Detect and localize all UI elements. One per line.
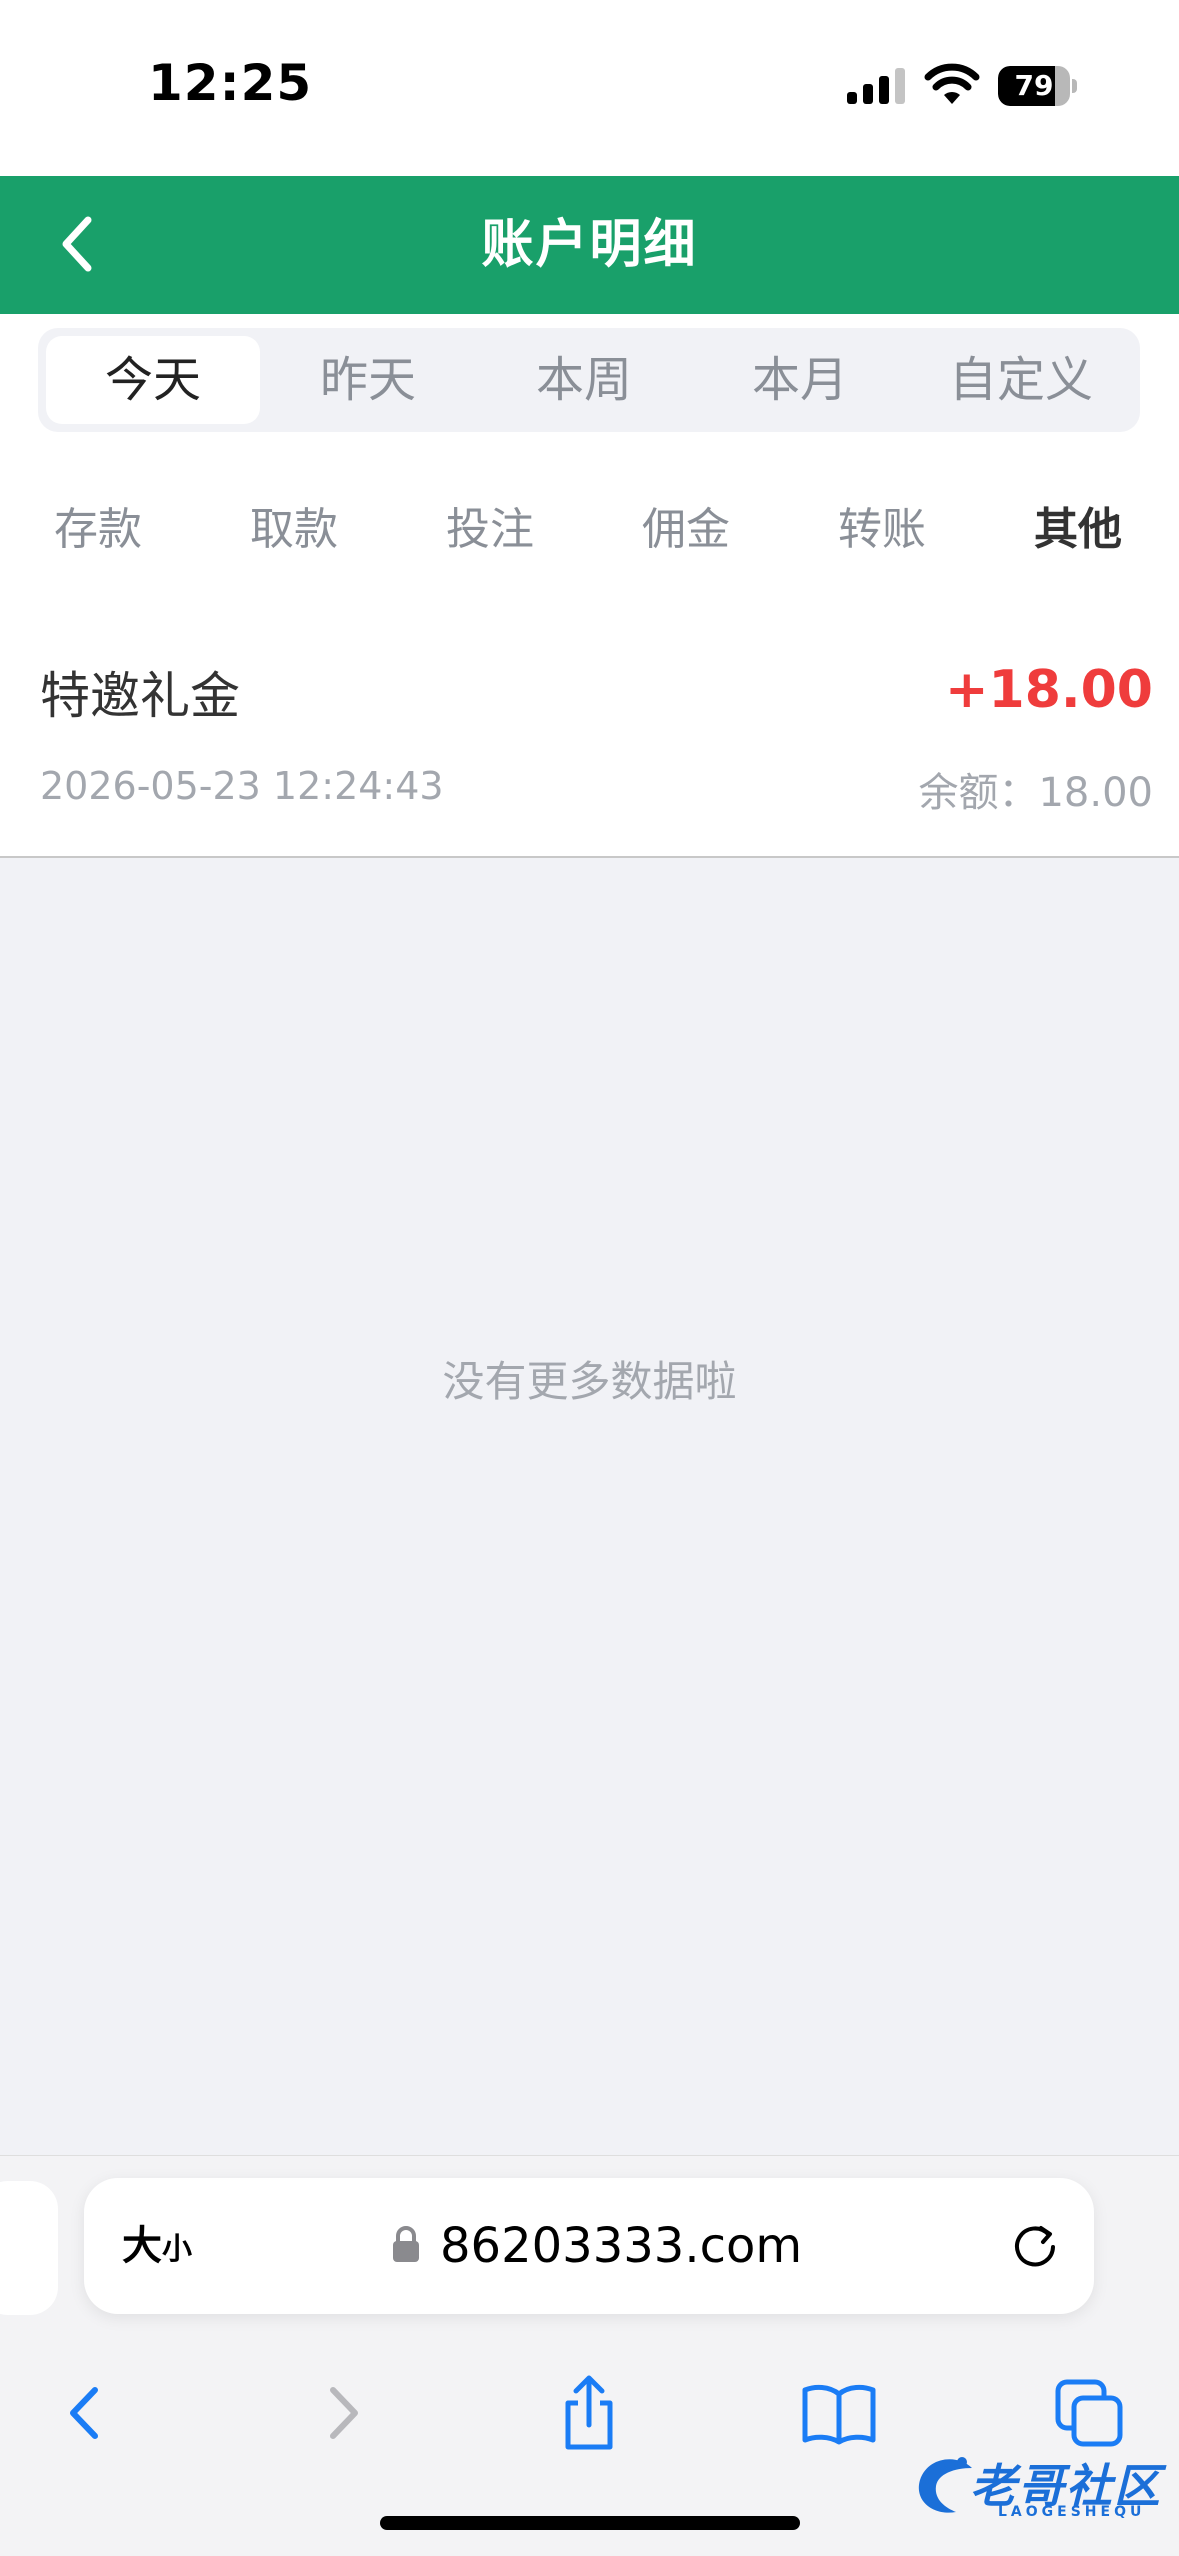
tab-yesterday[interactable]: 昨天 bbox=[262, 336, 474, 424]
tab-this-week[interactable]: 本周 bbox=[478, 336, 690, 424]
category-deposit[interactable]: 存款 bbox=[0, 490, 196, 570]
browser-back-button[interactable] bbox=[40, 2368, 130, 2458]
app-header: 账户明细 bbox=[0, 176, 1179, 314]
watermark-logo: 老哥社区 LAOGESHEQU bbox=[912, 2446, 1168, 2526]
status-time: 12:25 bbox=[148, 54, 313, 112]
page: 12:25 79 账户明细 今天 昨天 本周 本月 自定义 存款 取款 投注 佣… bbox=[0, 0, 1179, 2556]
category-commission[interactable]: 佣金 bbox=[588, 490, 784, 570]
category-withdraw[interactable]: 取款 bbox=[196, 490, 392, 570]
record-title: 特邀礼金 bbox=[40, 667, 240, 725]
battery-icon: 79 bbox=[998, 66, 1077, 106]
page-title: 账户明细 bbox=[481, 215, 698, 275]
tab-custom[interactable]: 自定义 bbox=[910, 336, 1132, 424]
back-button[interactable] bbox=[40, 204, 120, 284]
status-bar: 12:25 79 bbox=[0, 0, 1179, 176]
tab-today[interactable]: 今天 bbox=[46, 336, 260, 424]
battery-percent: 79 bbox=[1014, 69, 1054, 102]
lock-icon bbox=[393, 2226, 419, 2262]
back-icon bbox=[70, 2387, 98, 2439]
forward-icon bbox=[330, 2387, 358, 2439]
cellular-signal-icon bbox=[847, 68, 905, 104]
category-transfer[interactable]: 转账 bbox=[784, 490, 980, 570]
browser-forward-button[interactable] bbox=[296, 2368, 386, 2458]
date-filter-tabs: 今天 昨天 本周 本月 自定义 bbox=[38, 328, 1140, 432]
record-balance: 余额：18.00 bbox=[918, 770, 1153, 816]
wifi-icon bbox=[924, 63, 980, 104]
chevron-left-icon bbox=[62, 216, 92, 272]
record-amount: +18.00 bbox=[944, 660, 1153, 720]
tabs-button[interactable] bbox=[1044, 2368, 1134, 2458]
previous-tab-edge[interactable] bbox=[0, 2181, 58, 2315]
share-icon bbox=[565, 2375, 613, 2450]
url-text[interactable]: 86203333.com bbox=[440, 2178, 802, 2314]
bookmarks-icon bbox=[802, 2384, 876, 2445]
tab-this-month[interactable]: 本月 bbox=[694, 336, 906, 424]
category-bet[interactable]: 投注 bbox=[392, 490, 588, 570]
text-size-large: 大 bbox=[122, 2223, 162, 2269]
reload-icon[interactable] bbox=[1008, 2220, 1062, 2274]
empty-message: 没有更多数据啦 bbox=[442, 1357, 737, 1406]
category-other[interactable]: 其他 bbox=[980, 490, 1176, 570]
list-item: 特邀礼金 2026-05-23 12:24:43 +18.00 余额：18.00 bbox=[0, 614, 1179, 858]
record-time: 2026-05-23 12:24:43 bbox=[40, 764, 444, 808]
bookmarks-button[interactable] bbox=[794, 2368, 884, 2458]
text-size-button[interactable]: 大小 bbox=[122, 2178, 192, 2314]
content-area: 今天 昨天 本周 本月 自定义 存款 取款 投注 佣金 转账 其他 特邀礼金 2… bbox=[0, 314, 1179, 858]
home-indicator bbox=[380, 2516, 800, 2530]
text-size-small: 小 bbox=[162, 2232, 192, 2267]
watermark-subtext: LAOGESHEQU bbox=[998, 2504, 1146, 2520]
category-tabs: 存款 取款 投注 佣金 转账 其他 bbox=[0, 490, 1179, 570]
tabs-icon bbox=[1055, 2379, 1123, 2447]
address-bar[interactable]: 大小 86203333.com bbox=[84, 2178, 1094, 2314]
share-button[interactable] bbox=[544, 2368, 634, 2458]
